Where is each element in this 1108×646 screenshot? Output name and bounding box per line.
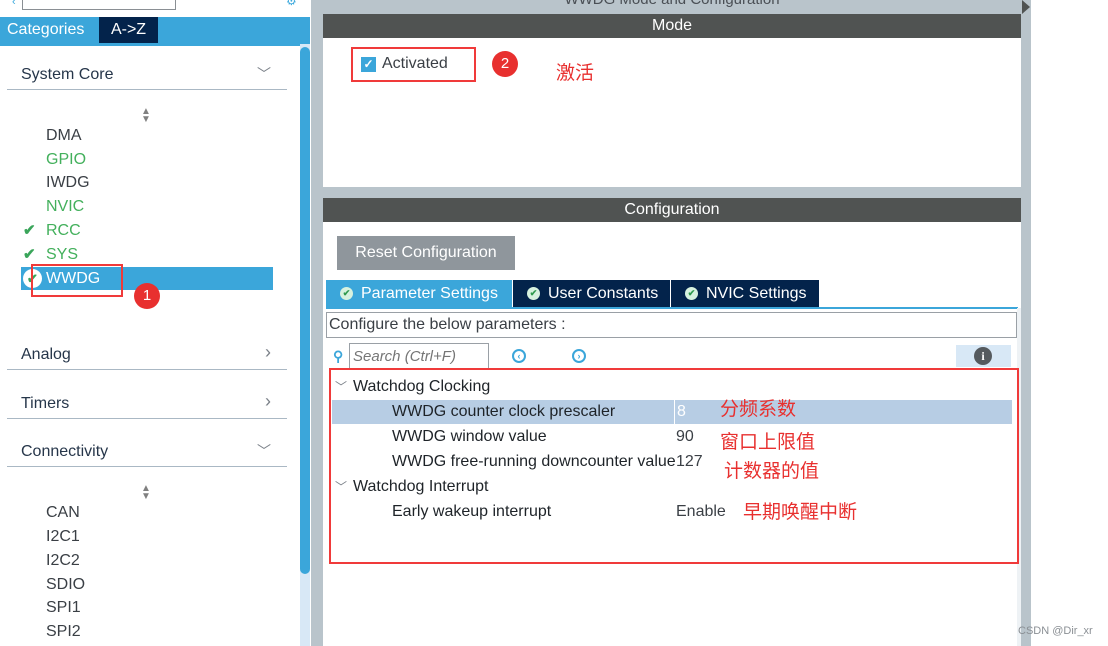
peripheral-spi1[interactable]: SPI1 <box>46 597 81 619</box>
tab-nvic-settings[interactable]: ✔ NVIC Settings <box>671 280 819 307</box>
reset-configuration-button[interactable]: Reset Configuration <box>337 236 515 270</box>
parameter-search-input[interactable] <box>349 343 489 368</box>
peripheral-dma[interactable]: DMA <box>46 125 82 147</box>
mode-header: Mode <box>323 14 1021 38</box>
chevron-down-icon: ﹀ <box>257 66 271 82</box>
tabs-underline <box>0 43 310 46</box>
annotation-box-wwdg <box>31 264 123 297</box>
configuration-header: Configuration <box>323 198 1021 222</box>
peripheral-i2c1[interactable]: I2C1 <box>46 526 80 548</box>
previous-match-icon[interactable]: ‹ <box>512 349 526 363</box>
tab-label: NVIC Settings <box>706 285 807 302</box>
annotation-window-note: 窗口上限值 <box>720 431 816 453</box>
chevron-right-icon: › <box>265 391 271 411</box>
stm32cubemx-window: ‹ ⚙ Categories A->Z System Core ﹀ ▲ ▼ DMA… <box>0 0 1108 646</box>
annotation-box-activated <box>351 47 476 82</box>
window-title: WWDG Mode and Configuration <box>323 0 1021 8</box>
panel-splitter[interactable] <box>311 0 321 646</box>
category-tabs: Categories A->Z <box>0 17 310 44</box>
section-analog[interactable]: Analog › <box>7 342 287 370</box>
page-margin <box>1031 0 1108 646</box>
configuration-tabs: ✔ Parameter Settings ✔ User Constants ✔ … <box>326 280 1018 308</box>
peripheral-search-input[interactable] <box>22 0 176 10</box>
peripheral-gpio[interactable]: GPIO <box>46 149 86 171</box>
annotation-activate-note: 激活 <box>556 62 595 84</box>
peripheral-nvic[interactable]: NVIC <box>46 196 84 218</box>
search-icon: ⚲ <box>333 348 344 364</box>
annotation-box-parameters <box>329 368 1019 564</box>
peripheral-rcc[interactable]: RCC <box>46 220 81 242</box>
left-panel: ‹ ⚙ Categories A->Z System Core ﹀ ▲ ▼ DMA… <box>0 0 310 646</box>
check-icon: ✔ <box>23 222 36 239</box>
annotation-step-2: 2 <box>492 51 518 77</box>
section-title: System Core <box>21 66 114 83</box>
watermark: CSDN @Dir_xr <box>1018 625 1093 637</box>
section-title: Analog <box>21 346 71 363</box>
section-title: Timers <box>21 395 70 412</box>
annotation-counter-note: 计数器的值 <box>724 460 820 482</box>
chevron-down-icon: ﹀ <box>257 443 271 459</box>
check-circle-icon: ✔ <box>340 287 353 300</box>
check-circle-icon: ✔ <box>527 287 540 300</box>
tab-a-to-z[interactable]: A->Z <box>99 17 158 43</box>
check-circle-icon: ✔ <box>685 287 698 300</box>
annotation-prescaler-note: 分频系数 <box>720 398 797 420</box>
peripheral-can[interactable]: CAN <box>46 502 80 524</box>
chevron-right-icon: › <box>265 342 271 362</box>
back-arrow-icon[interactable]: ‹ <box>12 0 16 8</box>
peripheral-sdio[interactable]: SDIO <box>46 574 85 596</box>
configuration-description: Configure the below parameters : <box>326 312 1017 338</box>
section-system-core[interactable]: System Core ﹀ <box>7 62 287 90</box>
sort-icon[interactable]: ▲ ▼ <box>140 107 152 125</box>
tab-user-constants[interactable]: ✔ User Constants <box>513 280 670 307</box>
peripheral-i2c2[interactable]: I2C2 <box>46 550 80 572</box>
annotation-step-1: 1 <box>134 283 160 309</box>
section-timers[interactable]: Timers › <box>7 391 287 419</box>
annotation-ewi-note: 早期唤醒中断 <box>743 501 858 523</box>
section-connectivity[interactable]: Connectivity ﹀ <box>7 439 287 467</box>
tab-categories[interactable]: Categories <box>0 17 98 43</box>
tab-label: Parameter Settings <box>361 285 498 302</box>
next-match-icon[interactable]: › <box>572 349 586 363</box>
left-scrollbar-thumb[interactable] <box>300 47 310 574</box>
tab-label: User Constants <box>548 285 659 302</box>
section-title: Connectivity <box>21 443 109 460</box>
gear-icon[interactable]: ⚙ <box>286 0 297 8</box>
peripheral-spi2[interactable]: SPI2 <box>46 621 81 643</box>
sort-icon[interactable]: ▲ ▼ <box>140 484 152 502</box>
tab-parameter-settings[interactable]: ✔ Parameter Settings <box>326 280 512 307</box>
info-button[interactable]: i <box>956 345 1011 367</box>
tabs-underline <box>326 307 1018 309</box>
peripheral-iwdg[interactable]: IWDG <box>46 172 90 194</box>
expand-arrow-icon[interactable] <box>1022 0 1030 14</box>
check-icon: ✔ <box>23 246 36 263</box>
right-scrollbar[interactable] <box>1021 0 1031 646</box>
peripheral-sys[interactable]: SYS <box>46 244 78 266</box>
info-icon: i <box>974 347 992 365</box>
